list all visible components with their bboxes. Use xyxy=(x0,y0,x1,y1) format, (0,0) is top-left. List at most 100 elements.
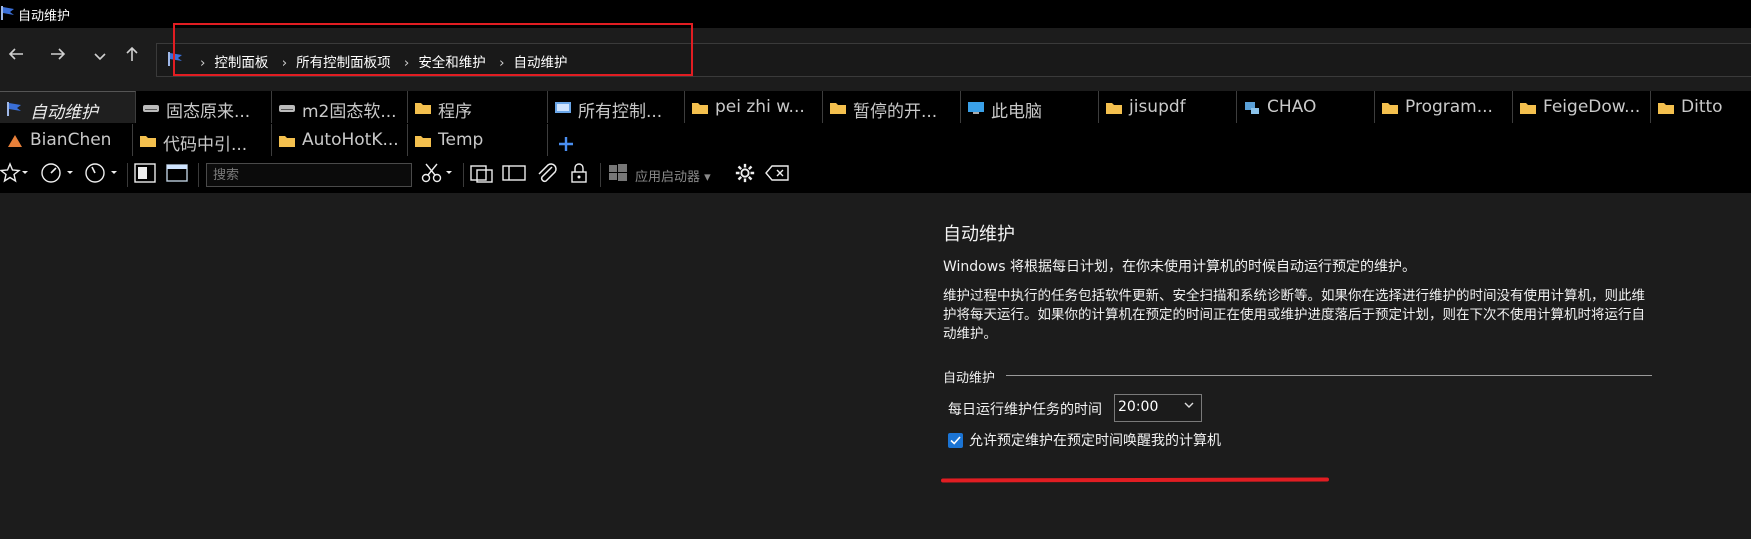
tag-close-icon xyxy=(765,165,789,181)
back-button[interactable] xyxy=(2,42,30,70)
maintenance-time-select[interactable]: 20:00 xyxy=(1114,394,1202,422)
tab[interactable]: Ditto xyxy=(1651,91,1751,123)
new-window-button[interactable] xyxy=(470,162,494,189)
drive-icon xyxy=(278,100,296,116)
computer-icon xyxy=(967,100,985,116)
divider xyxy=(463,163,464,187)
folder-icon xyxy=(139,133,157,149)
tab[interactable]: 程序 xyxy=(408,91,548,123)
wake-computer-checkbox[interactable] xyxy=(948,433,963,448)
chevron-down-icon xyxy=(1183,399,1195,415)
tab-label: 暂停的开... xyxy=(853,102,938,122)
tab[interactable]: 此电脑 xyxy=(961,91,1099,123)
cut-button[interactable] xyxy=(421,162,457,189)
group-divider xyxy=(1006,375,1652,376)
control-panel-icon xyxy=(554,100,572,116)
folder-icon xyxy=(1381,100,1399,116)
checkmark-icon xyxy=(950,436,961,445)
tab-label: BianChen xyxy=(30,130,112,150)
windows-logo-icon xyxy=(607,162,629,189)
dual-pane-button[interactable] xyxy=(134,162,156,189)
favorites-button[interactable] xyxy=(0,162,30,189)
tab[interactable]: m2固态软... xyxy=(272,91,408,123)
window-title: 自动维护 xyxy=(18,9,71,24)
app-launcher-dropdown[interactable]: 应用启动器 ▾ xyxy=(635,166,711,185)
attach-button[interactable] xyxy=(535,162,559,189)
tab-label: Program... xyxy=(1405,97,1493,117)
drive-icon xyxy=(142,100,160,116)
divider xyxy=(127,163,128,187)
lock-button[interactable] xyxy=(568,162,590,189)
arrow-left-icon xyxy=(8,48,23,60)
folder-icon xyxy=(414,100,432,116)
arrow-right-icon xyxy=(51,48,66,60)
tab[interactable]: AutoHotK... xyxy=(272,124,408,156)
paperclip-icon xyxy=(538,163,557,183)
settings-button[interactable] xyxy=(733,162,757,189)
tab[interactable]: Temp xyxy=(408,124,548,156)
network-icon xyxy=(1243,100,1261,116)
wake-computer-label[interactable]: 允许预定维护在预定时间唤醒我的计算机 xyxy=(969,430,1221,450)
tab-label: 代码中引... xyxy=(163,135,248,155)
star-icon xyxy=(0,162,28,183)
up-button[interactable] xyxy=(118,42,146,70)
tab[interactable]: FeigeDow... xyxy=(1513,91,1651,123)
tab-auto-maintenance[interactable]: 自动维护 xyxy=(0,91,136,123)
tab[interactable]: CHAO xyxy=(1237,91,1375,123)
tab-label: 此电脑 xyxy=(991,102,1042,122)
maintenance-time-label: 每日运行维护任务的时间 xyxy=(948,402,1102,418)
tab[interactable]: Program... xyxy=(1375,91,1513,123)
tab[interactable]: 固态原来... xyxy=(136,91,272,123)
control-panel-flag-icon xyxy=(6,101,24,117)
tab[interactable]: 暂停的开... xyxy=(823,91,961,123)
tab-label: Ditto xyxy=(1681,97,1723,117)
divider xyxy=(198,163,199,187)
panel-icon xyxy=(502,165,526,181)
layout-button[interactable] xyxy=(502,162,526,189)
recent-closed-button[interactable] xyxy=(84,162,120,189)
folder-icon xyxy=(1657,100,1675,116)
annotation-red-underline xyxy=(940,477,1330,483)
group-label: 自动维护 xyxy=(943,367,998,386)
tab-bar: 自动维护 固态原来... m2固态软... 程序 所有控制... pei zhi… xyxy=(0,91,1751,157)
tab[interactable]: pei zhi w... xyxy=(685,91,823,123)
forward-button[interactable] xyxy=(44,42,72,70)
arrow-up-icon xyxy=(126,46,138,61)
description-text: Windows 将根据每日计划，在你未使用计算机的时候自动运行预定的维护。 xyxy=(943,259,1416,275)
recent-locations-button[interactable] xyxy=(86,42,114,70)
folder-icon xyxy=(278,133,296,149)
description-detail-text: 维护过程中执行的任务包括软件更新、安全扫描和系统诊断等。如果你在选择进行维护的时… xyxy=(943,288,1645,342)
plus-icon xyxy=(559,137,573,151)
tab[interactable]: 代码中引... xyxy=(133,124,272,156)
scissors-icon xyxy=(421,163,452,183)
search-input[interactable] xyxy=(207,166,409,185)
clear-button[interactable] xyxy=(765,162,791,189)
windows-stack-icon xyxy=(470,165,493,183)
tab[interactable]: 所有控制... xyxy=(548,91,685,123)
folder-icon xyxy=(1105,100,1123,116)
bianchen-icon xyxy=(6,133,24,149)
tab-label: 固态原来... xyxy=(166,102,251,122)
tab-label: 自动维护 xyxy=(30,103,98,123)
divider xyxy=(600,163,601,187)
tab-label: pei zhi w... xyxy=(715,97,805,117)
gauge-icon xyxy=(41,163,73,183)
page-title: 自动维护 xyxy=(943,224,1015,245)
app-launcher-label: 应用启动器 xyxy=(635,170,701,185)
tab-label: FeigeDow... xyxy=(1543,97,1641,117)
gauge-icon xyxy=(85,163,117,183)
preview-pane-button[interactable] xyxy=(166,162,188,189)
tab[interactable]: jisupdf xyxy=(1099,91,1237,123)
pane-icon xyxy=(166,164,188,182)
toolbar: 应用启动器 ▾ xyxy=(0,157,1751,193)
folder-icon xyxy=(691,100,709,116)
tab-label: AutoHotK... xyxy=(302,130,399,150)
history-button[interactable] xyxy=(40,162,76,189)
tab-label: CHAO xyxy=(1267,97,1317,117)
add-tab-button[interactable] xyxy=(558,133,574,157)
tab[interactable]: BianChen xyxy=(0,124,133,156)
pane-icon xyxy=(134,163,156,183)
annotation-red-box xyxy=(173,23,693,76)
tab-label: 所有控制... xyxy=(578,102,663,122)
search-box[interactable] xyxy=(206,163,412,187)
